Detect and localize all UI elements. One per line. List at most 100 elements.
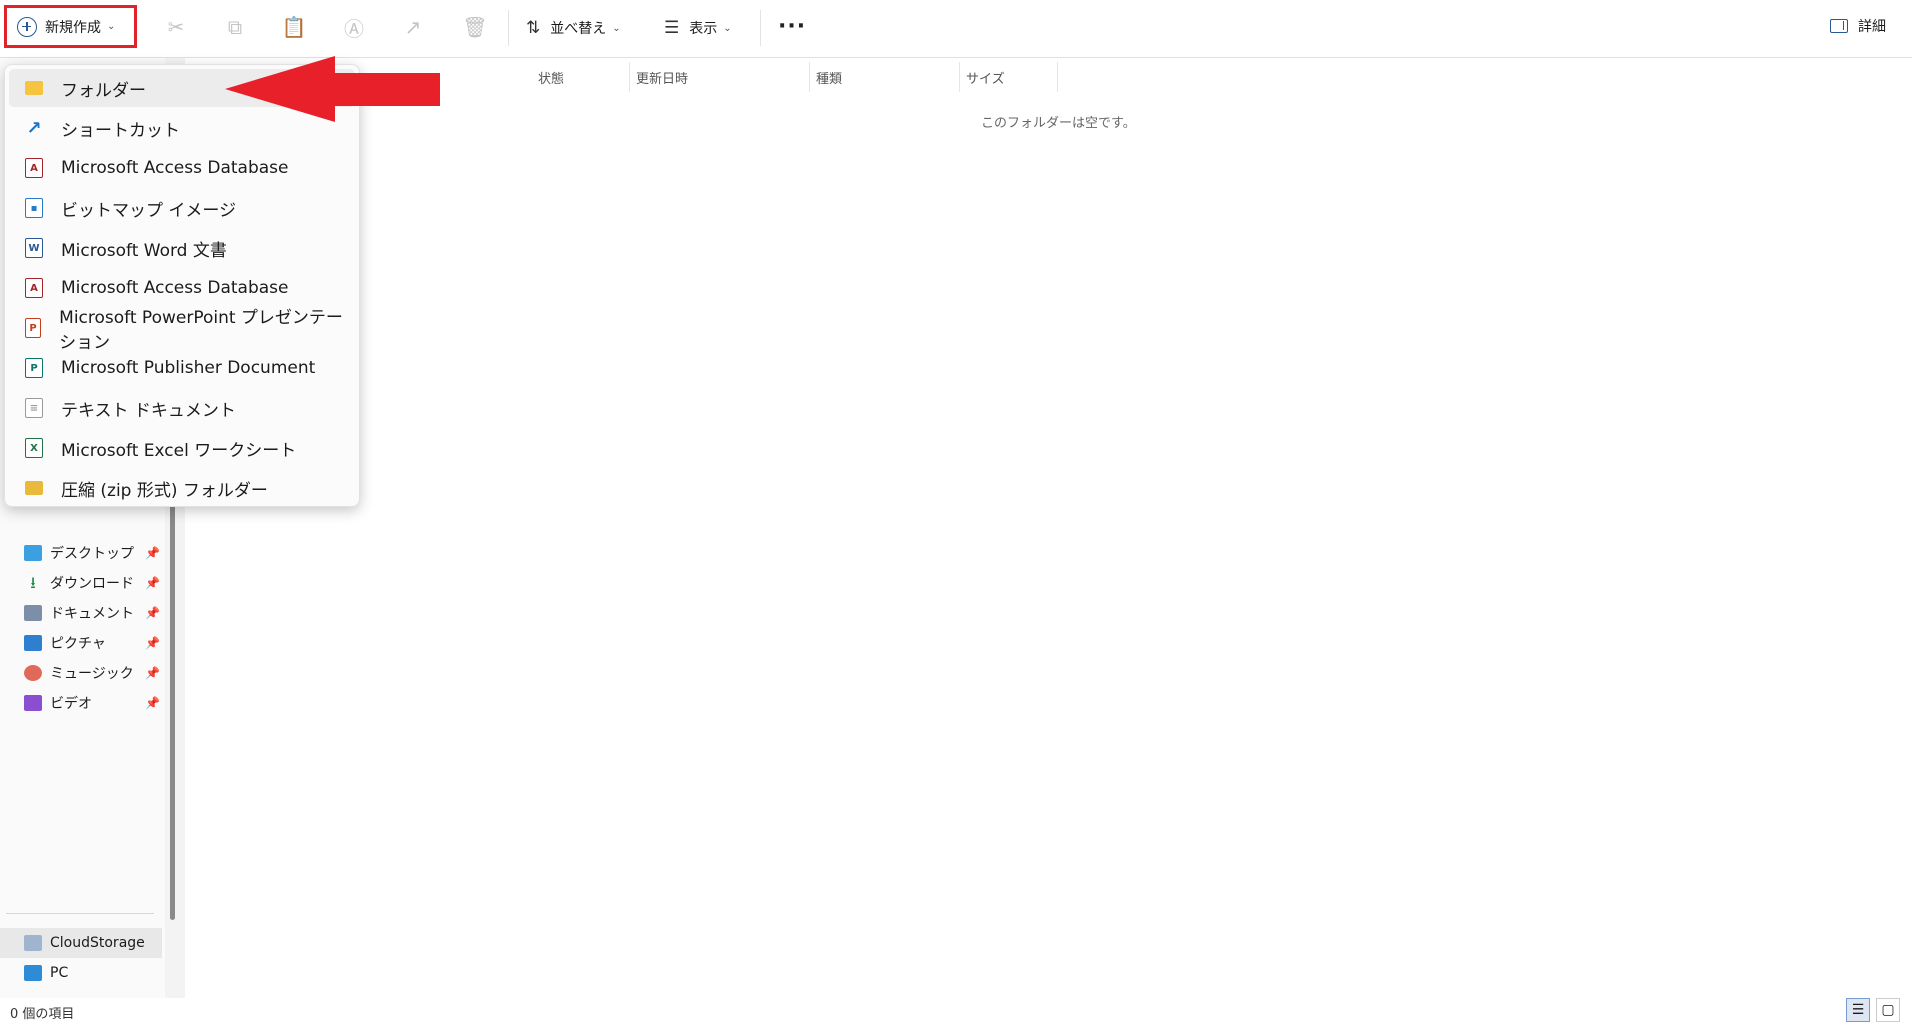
details-label: 詳細 — [1858, 19, 1886, 35]
large-icons-view-icon[interactable]: ▢ — [1876, 998, 1900, 1022]
view-toggle: ☰ ▢ — [1846, 998, 1900, 1022]
rename-icon[interactable]: Ⓐ — [341, 14, 367, 41]
nav-item-label: ダウンロード — [50, 576, 134, 592]
menu-item-access-database-2[interactable]: A Microsoft Access Database — [9, 269, 355, 307]
menu-item-label: ショートカット — [61, 120, 180, 141]
nav-divider — [6, 913, 154, 914]
desktop-icon — [24, 545, 42, 561]
nav-item-label: ピクチャ — [50, 636, 106, 652]
details-pane-icon — [1830, 19, 1848, 33]
nav-item-label: ビデオ — [50, 696, 92, 712]
column-header-modified[interactable]: 更新日時 — [628, 62, 810, 92]
column-header-size[interactable]: サイズ — [958, 62, 1058, 92]
copy-icon[interactable]: ⧉ — [222, 14, 248, 40]
red-arrow-annotation — [225, 56, 440, 122]
empty-folder-message: このフォルダーは空です。 — [981, 116, 1136, 131]
chevron-down-icon: ⌄ — [612, 22, 621, 34]
shortcut-icon: ↗ — [26, 117, 42, 139]
menu-item-excel-worksheet[interactable]: X Microsoft Excel ワークシート — [9, 429, 355, 467]
new-button-label: 新規作成 — [45, 19, 101, 36]
column-header-type[interactable]: 種類 — [808, 62, 960, 92]
menu-item-bitmap-image[interactable]: ▪ ビットマップ イメージ — [9, 189, 355, 227]
menu-item-word-document[interactable]: W Microsoft Word 文書 — [9, 229, 355, 267]
column-header-label: 更新日時 — [636, 71, 689, 87]
text-document-icon: ≡ — [25, 398, 43, 418]
status-item-count: 0 個の項目 — [10, 1007, 75, 1022]
menu-item-label: テキスト ドキュメント — [61, 400, 236, 421]
chevron-down-icon: ⌄ — [723, 22, 732, 34]
pc-icon — [24, 965, 42, 981]
view-button[interactable]: ☰ 表示 ⌄ — [664, 15, 732, 41]
menu-item-label: Microsoft Publisher Document — [61, 358, 316, 378]
nav-item-cloudstorage[interactable]: CloudStorage — [24, 931, 160, 955]
nav-item-desktop[interactable]: デスクトップ 📌 — [24, 541, 160, 565]
pin-icon: 📌 — [145, 636, 160, 650]
more-options-icon[interactable]: ··· — [778, 14, 806, 39]
sort-label: 並べ替え — [550, 21, 607, 37]
menu-item-label: Microsoft PowerPoint プレゼンテーション — [59, 308, 343, 353]
cloud-storage-icon — [24, 935, 42, 951]
nav-item-label: ドキュメント — [50, 606, 134, 622]
download-icon: ⭳ — [30, 573, 36, 592]
pin-icon: 📌 — [145, 696, 160, 710]
nav-item-pictures[interactable]: ピクチャ 📌 — [24, 631, 160, 655]
nav-item-label: ミュージック — [50, 666, 134, 682]
view-list-icon: ☰ — [664, 18, 680, 38]
column-header-label: 状態 — [538, 71, 565, 87]
menu-item-label: Microsoft Excel ワークシート — [61, 440, 297, 461]
nav-item-label: PC — [50, 965, 69, 981]
column-header-label: 種類 — [816, 71, 843, 87]
nav-item-videos[interactable]: ビデオ 📌 — [24, 691, 160, 715]
menu-item-zip-folder[interactable]: 圧縮 (zip 形式) フォルダー — [9, 469, 355, 507]
nav-item-downloads[interactable]: ⭳ ダウンロード 📌 — [24, 571, 160, 595]
nav-item-documents[interactable]: ドキュメント 📌 — [24, 601, 160, 625]
menu-item-label: 圧縮 (zip 形式) フォルダー — [61, 480, 268, 501]
bitmap-icon: ▪ — [25, 198, 43, 218]
zip-folder-icon — [25, 481, 43, 495]
pin-icon: 📌 — [145, 666, 160, 680]
folder-icon — [25, 81, 43, 95]
excel-icon: X — [25, 438, 43, 458]
access-icon: A — [25, 158, 43, 178]
nav-item-pc[interactable]: PC — [24, 961, 160, 985]
music-icon — [24, 665, 42, 681]
column-header-label: サイズ — [966, 71, 1005, 87]
word-icon: W — [25, 238, 43, 258]
details-view-icon[interactable]: ☰ — [1846, 998, 1870, 1022]
plus-circle-icon — [17, 16, 37, 37]
menu-item-text-document[interactable]: ≡ テキスト ドキュメント — [9, 389, 355, 427]
pictures-icon — [24, 635, 42, 651]
documents-icon — [24, 605, 42, 621]
column-header-status[interactable]: 状態 — [530, 62, 630, 92]
new-item-menu: フォルダー ↗ ショートカット A Microsoft Access Datab… — [4, 64, 360, 507]
menu-item-label: ビットマップ イメージ — [61, 200, 237, 221]
nav-item-label: CloudStorage — [50, 935, 145, 951]
publisher-icon: P — [25, 358, 43, 378]
chevron-down-icon: ⌄ — [107, 21, 116, 32]
sort-icon: ⇅ — [526, 18, 541, 38]
menu-item-access-database[interactable]: A Microsoft Access Database — [9, 149, 355, 187]
nav-item-music[interactable]: ミュージック 📌 — [24, 661, 160, 685]
menu-item-label: Microsoft Access Database — [61, 158, 289, 178]
share-icon[interactable]: ↗ — [400, 14, 426, 40]
new-button[interactable]: 新規作成 ⌄ — [4, 5, 137, 48]
paste-icon[interactable]: 📋 — [281, 14, 307, 40]
menu-item-label: Microsoft Access Database — [61, 278, 289, 298]
powerpoint-icon: P — [25, 318, 42, 338]
arrow-shape — [225, 56, 440, 122]
menu-item-powerpoint-presentation[interactable]: P Microsoft PowerPoint プレゼンテーション — [9, 308, 355, 353]
cut-icon[interactable]: ✂ — [163, 14, 189, 40]
access-icon: A — [25, 278, 43, 298]
command-bar: 新規作成 ⌄ ✂ ⧉ 📋 Ⓐ ↗ 🗑 ⇅ 並べ替え ⌄ ☰ 表示 ⌄ ··· 詳… — [0, 0, 1912, 58]
pin-icon: 📌 — [145, 606, 160, 620]
nav-item-label: デスクトップ — [50, 546, 134, 562]
details-pane-button[interactable]: 詳細 — [1830, 16, 1886, 36]
sort-button[interactable]: ⇅ 並べ替え ⌄ — [526, 15, 621, 41]
menu-item-publisher-document[interactable]: P Microsoft Publisher Document — [9, 349, 355, 387]
nav-scrollbar[interactable] — [170, 500, 175, 920]
menu-item-label: フォルダー — [61, 80, 146, 101]
delete-icon[interactable]: 🗑 — [462, 14, 488, 40]
toolbar-divider — [760, 10, 761, 46]
videos-icon — [24, 695, 42, 711]
view-label: 表示 — [689, 21, 718, 37]
